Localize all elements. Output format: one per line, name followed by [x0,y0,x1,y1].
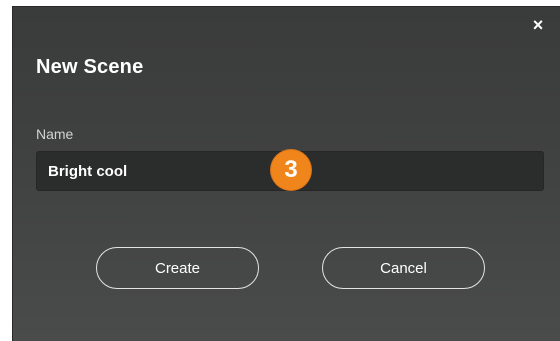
name-label: Name [36,126,74,142]
step-number-badge: 3 [271,150,311,190]
dialog-title: New Scene [36,56,144,78]
close-icon[interactable]: × [528,15,548,35]
cancel-button[interactable]: Cancel [322,247,485,289]
new-scene-dialog: × New Scene Name 3 Create Cancel [12,6,560,341]
create-button[interactable]: Create [96,247,259,289]
